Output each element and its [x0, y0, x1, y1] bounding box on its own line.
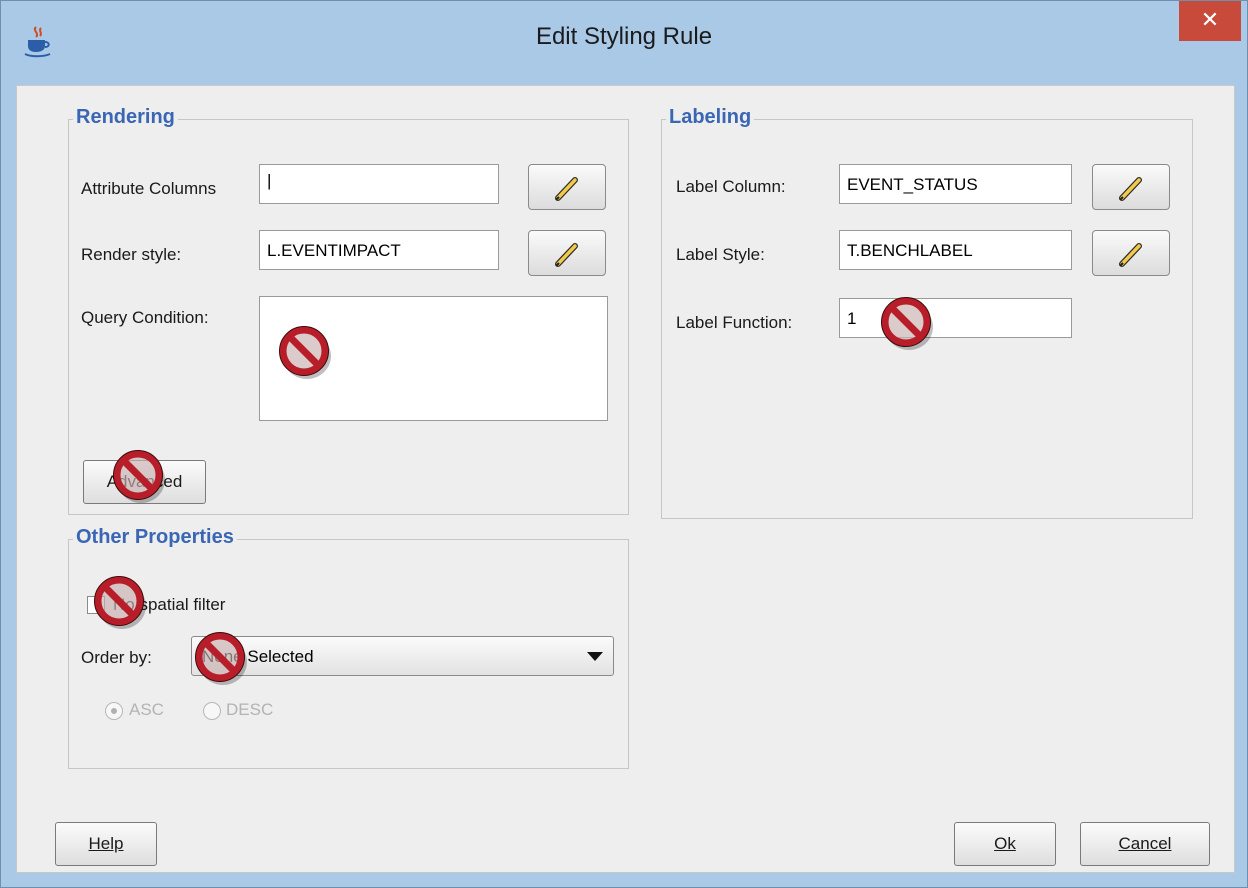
not-allowed-cursor-icon	[192, 629, 250, 687]
query-condition-label: Query Condition:	[81, 308, 209, 327]
pencil-icon	[553, 175, 581, 203]
not-allowed-cursor-icon	[91, 573, 149, 631]
label-function-input[interactable]: 1	[839, 298, 1072, 338]
label-style-input[interactable]: T.BENCHLABEL	[839, 230, 1072, 270]
pencil-icon	[1117, 241, 1145, 269]
close-icon: ✕	[1200, 7, 1220, 32]
render-style-label: Render style:	[81, 245, 182, 264]
order-by-select[interactable]: None Selected	[191, 636, 614, 676]
asc-label: ASC	[129, 700, 164, 719]
order-by-label: Order by:	[81, 648, 152, 667]
close-button[interactable]: ✕	[1179, 1, 1241, 41]
cancel-button[interactable]: Cancel	[1080, 822, 1210, 866]
not-allowed-cursor-icon	[878, 294, 936, 352]
attribute-columns-label: Attribute Columns	[81, 179, 217, 198]
pencil-icon	[1117, 175, 1145, 203]
help-label: Help	[88, 834, 124, 853]
attribute-columns-input[interactable]: |	[259, 164, 499, 204]
label-style-edit-button[interactable]	[1092, 230, 1170, 276]
attribute-columns-edit-button[interactable]	[528, 164, 606, 210]
not-allowed-cursor-icon	[110, 447, 168, 505]
other-properties-legend: Other Properties	[73, 526, 237, 549]
chevron-down-icon	[587, 652, 603, 661]
desc-radio[interactable]	[203, 702, 221, 720]
label-function-label: Label Function:	[676, 313, 793, 332]
asc-radio[interactable]	[105, 702, 123, 720]
ok-button[interactable]: Ok	[954, 822, 1056, 866]
labeling-legend: Labeling	[666, 106, 755, 129]
pencil-icon	[553, 241, 581, 269]
rendering-legend: Rendering	[73, 106, 178, 129]
label-column-edit-button[interactable]	[1092, 164, 1170, 210]
desc-label: DESC	[226, 700, 274, 719]
label-style-label: Label Style:	[676, 245, 765, 264]
dialog-content: Rendering Attribute Columns | Render sty…	[16, 85, 1235, 873]
label-column-label: Label Column:	[676, 177, 786, 196]
label-column-input[interactable]: EVENT_STATUS	[839, 164, 1072, 204]
cancel-label: Cancel	[1118, 834, 1172, 853]
render-style-edit-button[interactable]	[528, 230, 606, 276]
render-style-input[interactable]: L.EVENTIMPACT	[259, 230, 499, 270]
dialog-window: Edit Styling Rule ✕ Rendering Attribute …	[0, 0, 1248, 888]
ok-label: Ok	[994, 834, 1016, 853]
title-bar[interactable]: Edit Styling Rule ✕	[1, 1, 1247, 85]
help-button[interactable]: Help	[55, 822, 157, 866]
window-title: Edit Styling Rule	[535, 23, 713, 50]
not-allowed-cursor-icon	[276, 323, 334, 381]
